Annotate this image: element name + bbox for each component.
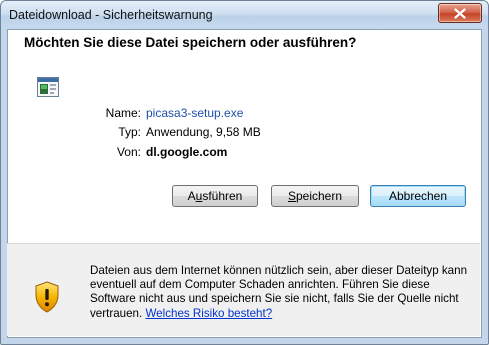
dialog-heading: Möchten Sie diese Datei speichern oder a… bbox=[24, 35, 357, 50]
field-label-type: Typ: bbox=[118, 125, 141, 139]
field-value-from: dl.google.com bbox=[146, 145, 228, 159]
close-button[interactable] bbox=[438, 3, 482, 23]
field-value-type: Anwendung, 9,58 MB bbox=[146, 125, 261, 139]
save-button-label-end: peichern bbox=[295, 189, 343, 203]
field-label-name: Name: bbox=[105, 106, 141, 120]
field-label-from: Von: bbox=[116, 145, 141, 159]
close-icon bbox=[454, 7, 466, 19]
warning-message: Dateien aus dem Internet können nützlich… bbox=[90, 264, 474, 321]
run-button-label-end: sführen bbox=[202, 189, 243, 203]
application-file-icon bbox=[37, 77, 59, 102]
security-shield-icon bbox=[34, 281, 60, 318]
save-button-mnemonic: S bbox=[287, 189, 296, 203]
run-button-label-start: A bbox=[187, 189, 196, 203]
risk-info-link[interactable]: Welches Risiko besteht? bbox=[145, 307, 272, 320]
title-bar[interactable]: Dateidownload - Sicherheitswarnung bbox=[1, 1, 488, 29]
field-value-name: picasa3-setup.exe bbox=[146, 106, 244, 120]
cancel-button[interactable]: Abbrechen bbox=[370, 185, 466, 207]
save-button[interactable]: Speichern bbox=[271, 185, 359, 207]
run-button[interactable]: Ausführen bbox=[172, 185, 258, 207]
window-title: Dateidownload - Sicherheitswarnung bbox=[9, 8, 213, 22]
